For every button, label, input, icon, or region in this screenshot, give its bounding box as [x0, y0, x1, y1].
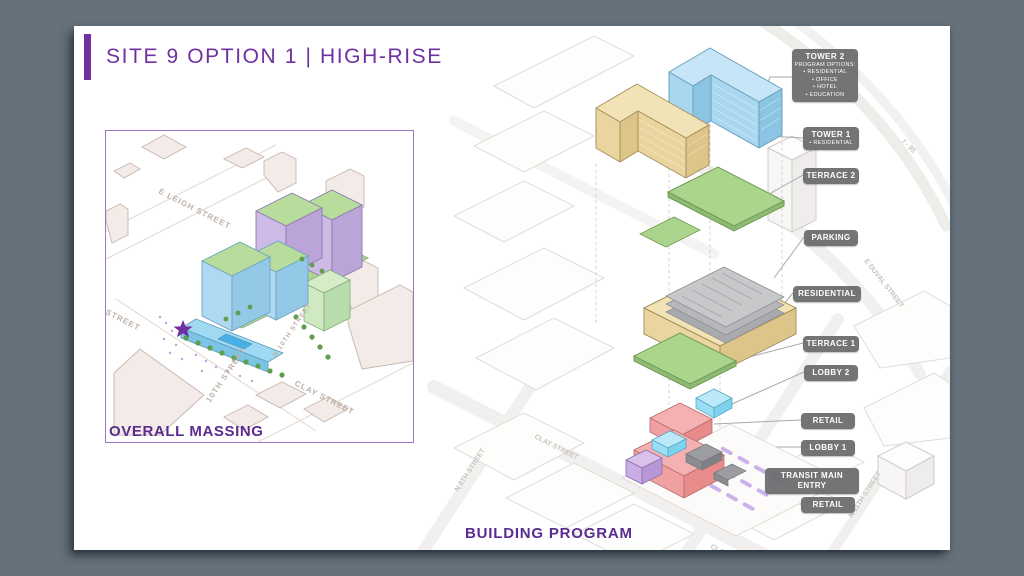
- program-label-terrace1: TERRACE 1: [803, 336, 859, 352]
- context-tower-2: [878, 442, 934, 499]
- svg-text:CLAY STREET: CLAY STREET: [106, 295, 142, 333]
- program-label-parking: PARKING: [804, 230, 858, 246]
- program-label-tower2: TOWER 2 PROGRAM OPTIONS: • RESIDENTIAL •…: [792, 49, 858, 102]
- program-label-transit: TRANSIT MAIN ENTRY: [765, 468, 859, 494]
- program-label-residential: RESIDENTIAL: [793, 286, 861, 302]
- overall-massing-drawing: E LEIGH STREET CLAY STREET 10TH STREET C…: [106, 131, 413, 442]
- program-label-lobby2: LOBBY 2: [804, 365, 858, 381]
- massing-green-wing: [304, 270, 350, 331]
- overall-massing-caption: OVERALL MASSING: [109, 423, 264, 440]
- presentation-slide: SITE 9 OPTION 1 | HIGH-RISE: [74, 26, 950, 550]
- overall-massing-figure: E LEIGH STREET CLAY STREET 10TH STREET C…: [105, 130, 414, 443]
- program-label-retail-upper: RETAIL: [801, 413, 855, 429]
- program-label-lobby1: LOBBY 1: [801, 440, 855, 456]
- desktop-background: SITE 9 OPTION 1 | HIGH-RISE: [0, 0, 1024, 576]
- program-label-terrace2: TERRACE 2: [803, 168, 859, 184]
- program-label-retail-lower: RETAIL: [801, 497, 855, 513]
- massing-blue-tower: [202, 241, 308, 331]
- building-program-caption: BUILDING PROGRAM: [465, 525, 633, 542]
- context-tower: [768, 136, 816, 232]
- svg-text:E LEIGH STREET: E LEIGH STREET: [157, 187, 232, 231]
- program-label-tower1: TOWER 1 • RESIDENTIAL: [803, 127, 859, 150]
